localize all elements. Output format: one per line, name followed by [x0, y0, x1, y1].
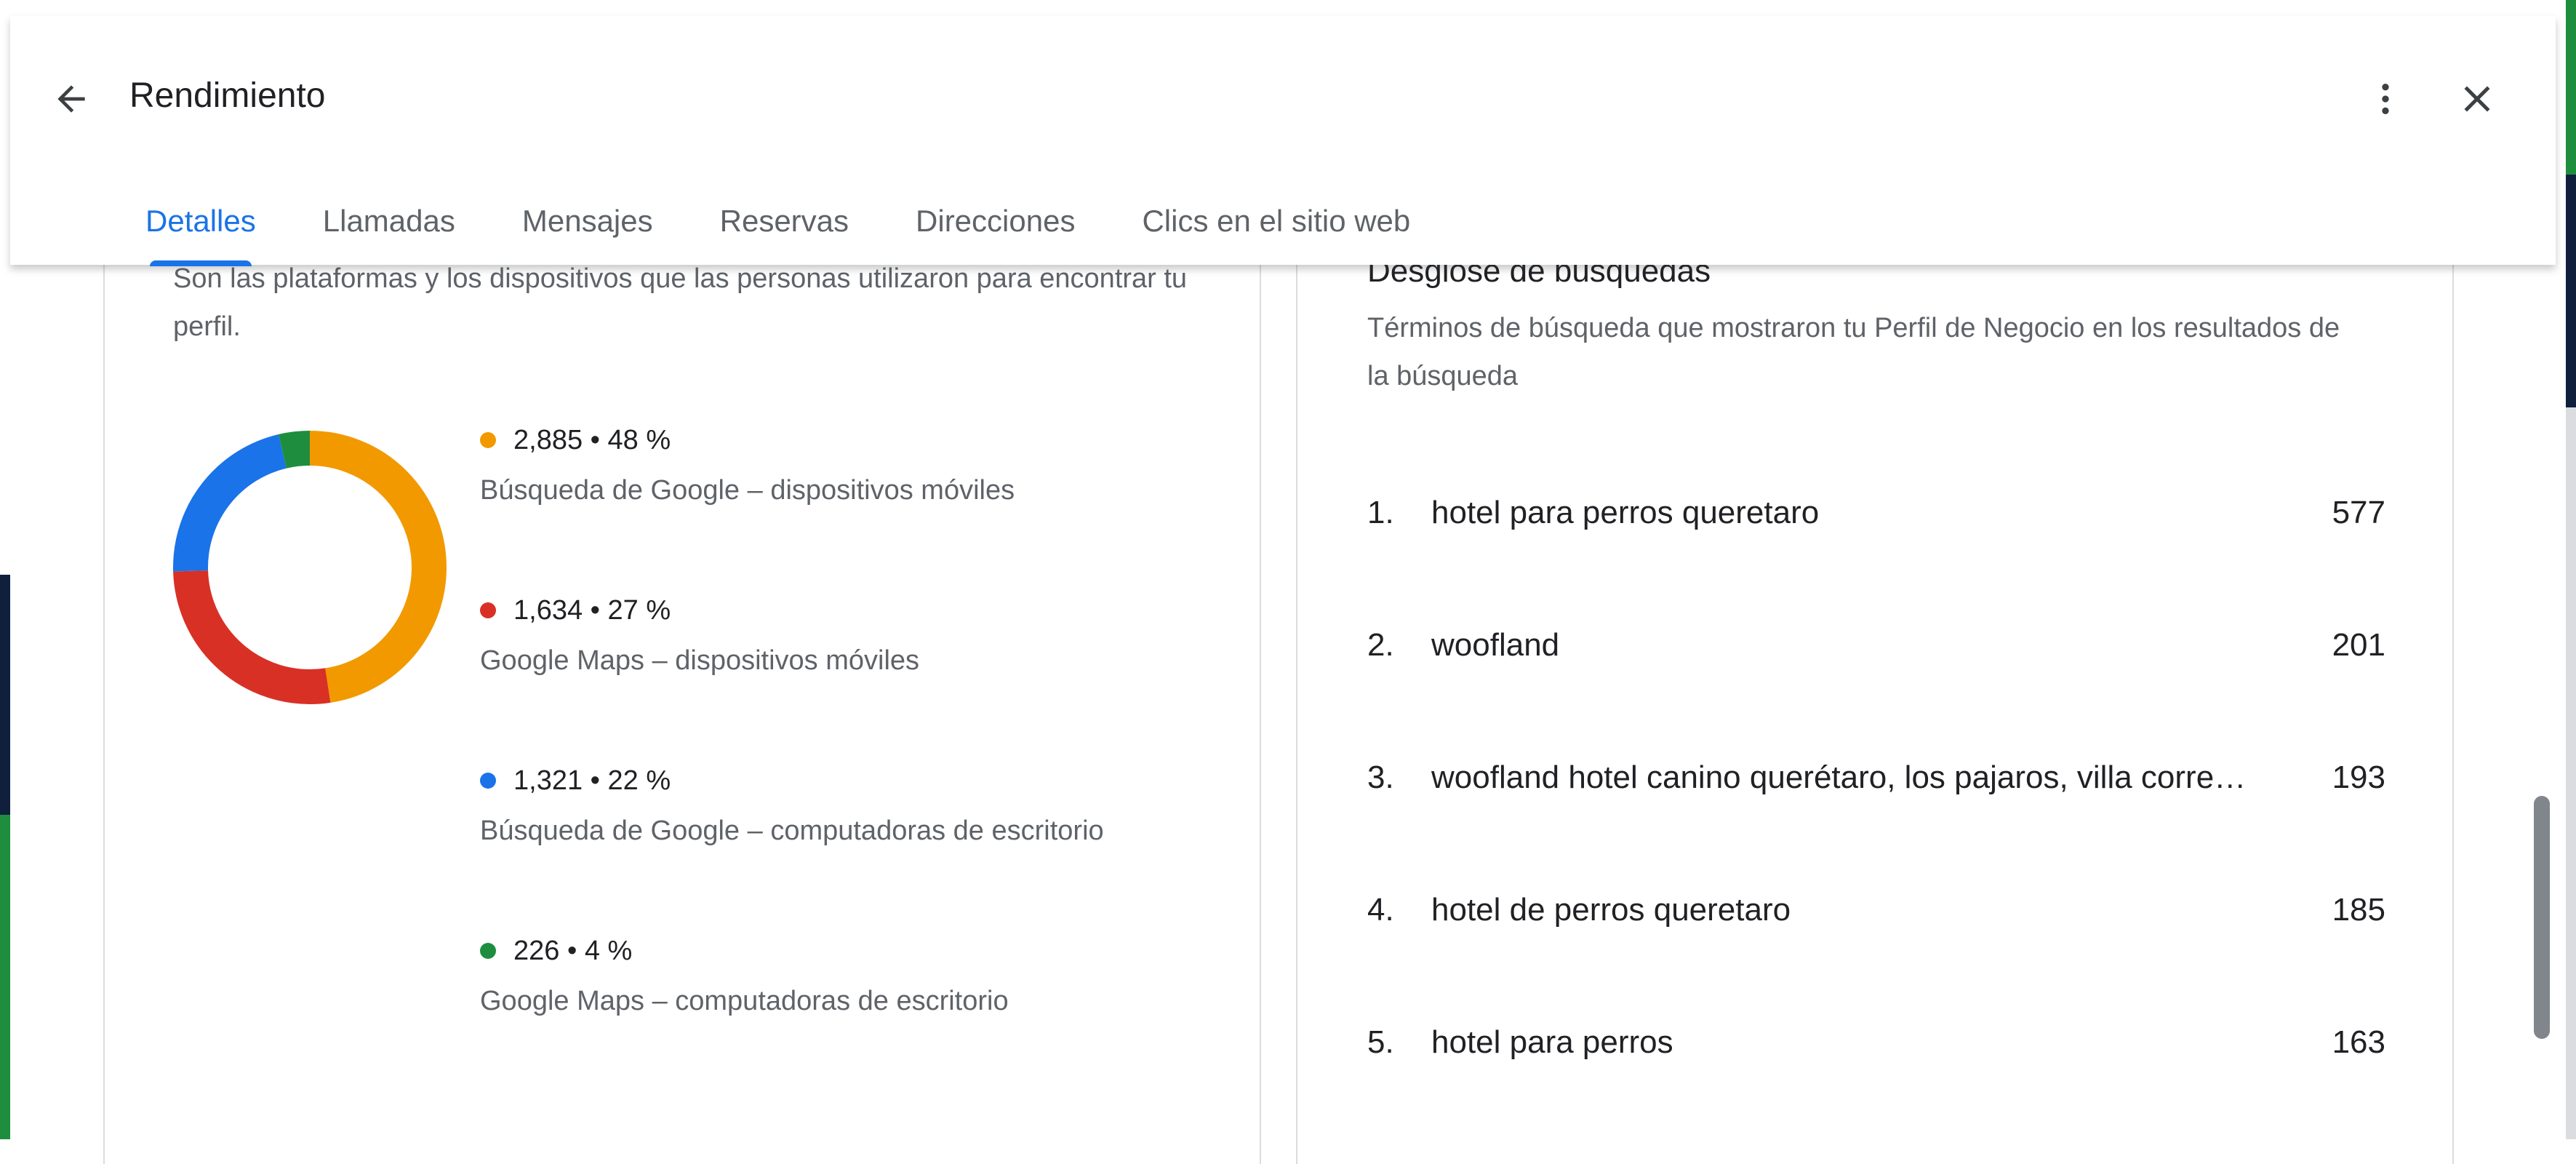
term-count: 201 [2332, 627, 2385, 663]
search-term-row: 1. hotel para perros queretaro 577 [1367, 495, 2385, 627]
legend-value: 1,634 • 27 % [513, 594, 671, 626]
tab-direcciones[interactable]: Direcciones [882, 185, 1108, 265]
legend-item: 1,634 • 27 % Google Maps – dispositivos … [480, 589, 1104, 759]
background-edge [0, 815, 10, 1139]
platforms-donut-chart [173, 431, 447, 704]
term-rank: 3. [1367, 760, 1394, 795]
legend-value: 1,321 • 22 % [513, 765, 671, 796]
tab-llamadas[interactable]: Llamadas [289, 185, 489, 265]
legend-dot [480, 602, 496, 618]
legend-value: 226 • 4 % [513, 935, 633, 966]
legend-label: Google Maps – computadoras de escritorio [480, 986, 1009, 1016]
term-text: hotel para perros queretaro [1431, 495, 1820, 530]
legend-value: 2,885 • 48 % [513, 424, 671, 455]
legend-dot [480, 773, 496, 789]
dialog-header: Rendimiento Detalles Llamadas Mensajes R… [10, 16, 2556, 266]
search-term-row: 4. hotel de perros queretaro 185 [1367, 892, 2385, 1024]
more-vert-icon [2382, 84, 2389, 114]
platforms-card: Son las plataformas y los dispositivos q… [103, 218, 1261, 1164]
term-count: 163 [2332, 1024, 2385, 1060]
search-term-row: 5. hotel para perros 163 [1367, 1024, 2385, 1157]
background-edge [0, 575, 10, 815]
term-rank: 4. [1367, 892, 1394, 928]
search-terms-list: 1. hotel para perros queretaro 577 2. wo… [1367, 495, 2385, 1157]
background-edge [2566, 0, 2576, 175]
legend-item: 1,321 • 22 % Búsqueda de Google – comput… [480, 759, 1104, 929]
close-icon [2464, 86, 2490, 112]
search-term-row: 3. woofland hotel canino querétaro, los … [1367, 760, 2385, 892]
legend-item: 226 • 4 % Google Maps – computadoras de … [480, 929, 1104, 1099]
tab-mensajes[interactable]: Mensajes [489, 185, 687, 265]
legend-dot [480, 943, 496, 959]
term-rank: 1. [1367, 495, 1394, 530]
term-text: hotel de perros queretaro [1431, 892, 1791, 928]
back-button[interactable] [36, 64, 106, 134]
term-rank: 2. [1367, 627, 1394, 663]
close-button[interactable] [2442, 64, 2512, 134]
term-count: 193 [2332, 760, 2385, 795]
background-edge [2566, 175, 2576, 407]
search-breakdown-card: Desglose de búsquedas Términos de búsque… [1296, 218, 2454, 1164]
legend-item: 2,885 • 48 % Búsqueda de Google – dispos… [480, 418, 1104, 589]
tab-clics-sitio-web[interactable]: Clics en el sitio web [1108, 185, 1444, 265]
tab-reservas[interactable]: Reservas [687, 185, 882, 265]
scrollbar-thumb[interactable] [2534, 796, 2550, 1039]
background-edge [2566, 407, 2576, 1139]
term-count: 577 [2332, 495, 2385, 530]
arrow-back-icon [57, 85, 85, 113]
tab-detalles[interactable]: Detalles [112, 185, 289, 266]
tab-bar: Detalles Llamadas Mensajes Reservas Dire… [112, 185, 1444, 266]
more-options-button[interactable] [2351, 64, 2420, 134]
platforms-legend: 2,885 • 48 % Búsqueda de Google – dispos… [480, 418, 1104, 1099]
dialog-title: Rendimiento [129, 76, 326, 115]
legend-label: Búsqueda de Google – computadoras de esc… [480, 816, 1104, 846]
platforms-description: Son las plataformas y los dispositivos q… [173, 263, 1188, 342]
search-breakdown-description: Términos de búsqueda que mostraron tu Pe… [1367, 313, 2340, 391]
term-text: hotel para perros [1431, 1024, 1673, 1060]
search-term-row: 2. woofland 201 [1367, 627, 2385, 760]
legend-label: Google Maps – dispositivos móviles [480, 645, 920, 676]
term-count: 185 [2332, 892, 2385, 928]
term-rank: 5. [1367, 1024, 1394, 1060]
term-text: woofland [1431, 627, 1560, 663]
term-text: woofland hotel canino querétaro, los paj… [1431, 760, 2260, 795]
legend-dot [480, 432, 496, 448]
legend-label: Búsqueda de Google – dispositivos móvile… [480, 475, 1015, 506]
